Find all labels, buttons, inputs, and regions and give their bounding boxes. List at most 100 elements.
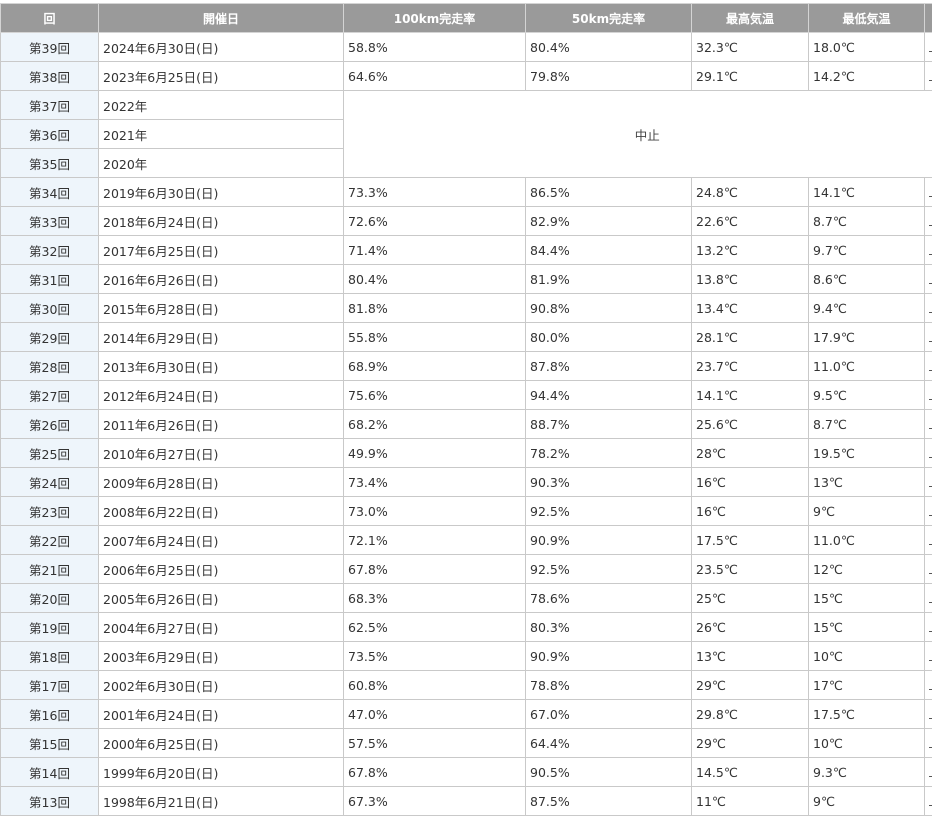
cell-date: 2011年6月26日(日) (99, 410, 344, 439)
cell-100km-rate: 47.0% (344, 700, 526, 729)
cell-extra (925, 178, 932, 207)
cell-max-temp: 13.2℃ (692, 236, 809, 265)
cell-min-temp: 14.2℃ (809, 62, 925, 91)
cell-kai: 第37回 (1, 91, 99, 120)
cell-50km-rate: 84.4% (526, 236, 692, 265)
cell-max-temp: 24.8℃ (692, 178, 809, 207)
cell-kai: 第24回 (1, 468, 99, 497)
cell-max-temp: 23.7℃ (692, 352, 809, 381)
cell-kai: 第19回 (1, 613, 99, 642)
cell-min-temp: 17.9℃ (809, 323, 925, 352)
cell-100km-rate: 73.5% (344, 642, 526, 671)
cell-extra (925, 62, 932, 91)
table-row: 第26回2011年6月26日(日)68.2%88.7%25.6℃8.7℃ (1, 410, 932, 439)
table-row: 第18回2003年6月29日(日)73.5%90.9%13℃10℃ (1, 642, 932, 671)
cell-kai: 第27回 (1, 381, 99, 410)
cell-100km-rate: 73.3% (344, 178, 526, 207)
cell-min-temp: 11.0℃ (809, 526, 925, 555)
table-row: 第25回2010年6月27日(日)49.9%78.2%28℃19.5℃ (1, 439, 932, 468)
cancelled-label: 中止 (344, 91, 932, 178)
results-table-container: 回 開催日 100km完走率 50km完走率 最高気温 最低気温 第39回202… (0, 3, 932, 816)
cell-100km-rate: 68.2% (344, 410, 526, 439)
header-extra (925, 4, 932, 33)
cell-100km-rate: 49.9% (344, 439, 526, 468)
cell-date: 2000年6月25日(日) (99, 729, 344, 758)
cell-max-temp: 14.5℃ (692, 758, 809, 787)
cell-extra (925, 584, 932, 613)
cell-kai: 第34回 (1, 178, 99, 207)
cell-100km-rate: 67.8% (344, 758, 526, 787)
cell-50km-rate: 78.2% (526, 439, 692, 468)
cell-date: 2024年6月30日(日) (99, 33, 344, 62)
table-row: 第19回2004年6月27日(日)62.5%80.3%26℃15℃ (1, 613, 932, 642)
cell-kai: 第17回 (1, 671, 99, 700)
cell-50km-rate: 94.4% (526, 381, 692, 410)
cell-kai: 第32回 (1, 236, 99, 265)
cell-date: 2003年6月29日(日) (99, 642, 344, 671)
cell-100km-rate: 64.6% (344, 62, 526, 91)
cell-kai: 第21回 (1, 555, 99, 584)
cell-max-temp: 28.1℃ (692, 323, 809, 352)
cell-date: 2015年6月28日(日) (99, 294, 344, 323)
table-row: 第22回2007年6月24日(日)72.1%90.9%17.5℃11.0℃ (1, 526, 932, 555)
cell-date: 1999年6月20日(日) (99, 758, 344, 787)
cell-kai: 第31回 (1, 265, 99, 294)
cell-date: 2012年6月24日(日) (99, 381, 344, 410)
cell-100km-rate: 68.3% (344, 584, 526, 613)
cell-max-temp: 16℃ (692, 468, 809, 497)
table-row: 第30回2015年6月28日(日)81.8%90.8%13.4℃9.4℃ (1, 294, 932, 323)
cell-extra (925, 468, 932, 497)
cell-date: 2013年6月30日(日) (99, 352, 344, 381)
cell-date: 2007年6月24日(日) (99, 526, 344, 555)
table-row: 第32回2017年6月25日(日)71.4%84.4%13.2℃9.7℃ (1, 236, 932, 265)
cell-50km-rate: 79.8% (526, 62, 692, 91)
cell-min-temp: 14.1℃ (809, 178, 925, 207)
cell-min-temp: 9.4℃ (809, 294, 925, 323)
cell-extra (925, 613, 932, 642)
cell-extra (925, 265, 932, 294)
cell-50km-rate: 80.4% (526, 33, 692, 62)
header-date: 開催日 (99, 4, 344, 33)
cell-100km-rate: 71.4% (344, 236, 526, 265)
table-row: 第27回2012年6月24日(日)75.6%94.4%14.1℃9.5℃ (1, 381, 932, 410)
cell-min-temp: 18.0℃ (809, 33, 925, 62)
cell-extra (925, 729, 932, 758)
cell-max-temp: 29℃ (692, 671, 809, 700)
cell-min-temp: 10℃ (809, 729, 925, 758)
cell-100km-rate: 72.6% (344, 207, 526, 236)
cell-50km-rate: 86.5% (526, 178, 692, 207)
table-row: 第31回2016年6月26日(日)80.4%81.9%13.8℃8.6℃ (1, 265, 932, 294)
cell-kai: 第33回 (1, 207, 99, 236)
cell-50km-rate: 92.5% (526, 497, 692, 526)
cell-date: 2022年 (99, 91, 344, 120)
cell-max-temp: 13℃ (692, 642, 809, 671)
table-row: 第33回2018年6月24日(日)72.6%82.9%22.6℃8.7℃ (1, 207, 932, 236)
cell-date: 2016年6月26日(日) (99, 265, 344, 294)
table-row: 第13回1998年6月21日(日)67.3%87.5%11℃9℃ (1, 787, 932, 816)
cell-100km-rate: 75.6% (344, 381, 526, 410)
cell-date: 2019年6月30日(日) (99, 178, 344, 207)
cell-date: 2009年6月28日(日) (99, 468, 344, 497)
cell-date: 2023年6月25日(日) (99, 62, 344, 91)
cell-max-temp: 11℃ (692, 787, 809, 816)
cell-date: 2021年 (99, 120, 344, 149)
cell-50km-rate: 90.9% (526, 526, 692, 555)
cell-50km-rate: 90.3% (526, 468, 692, 497)
cell-50km-rate: 80.0% (526, 323, 692, 352)
cell-50km-rate: 90.8% (526, 294, 692, 323)
cell-extra (925, 352, 932, 381)
cell-min-temp: 8.7℃ (809, 410, 925, 439)
header-min-temp: 最低気温 (809, 4, 925, 33)
cell-max-temp: 13.4℃ (692, 294, 809, 323)
header-kai: 回 (1, 4, 99, 33)
table-row: 第17回2002年6月30日(日)60.8%78.8%29℃17℃ (1, 671, 932, 700)
cell-100km-rate: 62.5% (344, 613, 526, 642)
cell-50km-rate: 78.6% (526, 584, 692, 613)
table-row: 第21回2006年6月25日(日)67.8%92.5%23.5℃12℃ (1, 555, 932, 584)
cell-100km-rate: 80.4% (344, 265, 526, 294)
cell-max-temp: 16℃ (692, 497, 809, 526)
cell-100km-rate: 67.3% (344, 787, 526, 816)
cell-max-temp: 29.8℃ (692, 700, 809, 729)
cell-date: 2014年6月29日(日) (99, 323, 344, 352)
cell-date: 2004年6月27日(日) (99, 613, 344, 642)
